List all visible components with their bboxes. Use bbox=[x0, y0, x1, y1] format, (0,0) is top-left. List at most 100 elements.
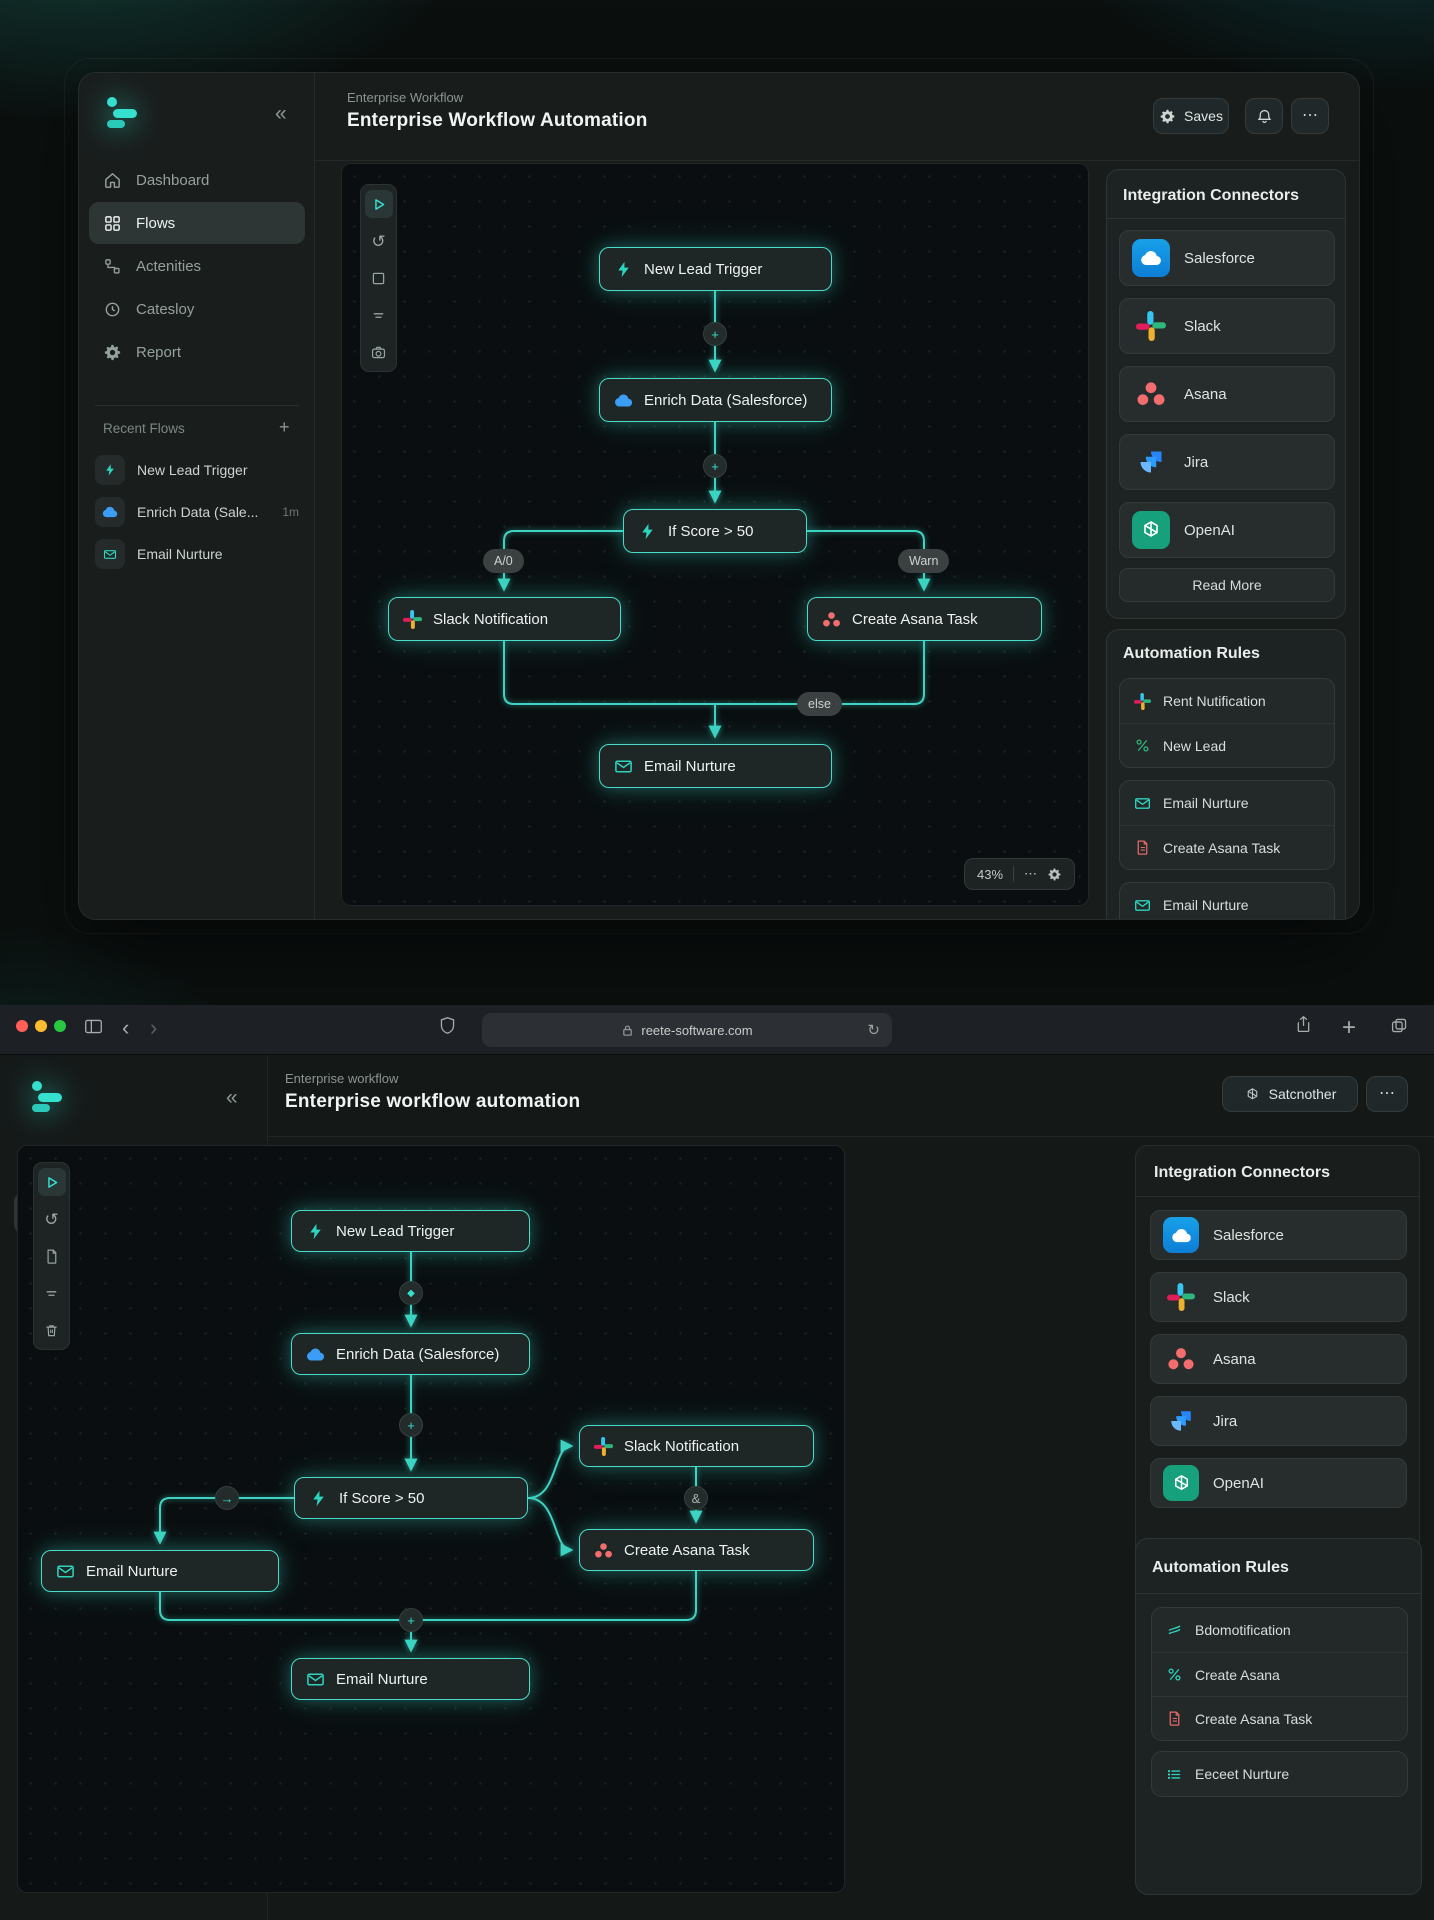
privacy-shield-icon[interactable] bbox=[438, 1016, 457, 1035]
connector-asana[interactable]: Asana bbox=[1119, 366, 1335, 422]
rule-new-lead[interactable]: New Lead bbox=[1120, 723, 1334, 767]
divider bbox=[1013, 866, 1015, 882]
collapse-sidebar-icon[interactable]: « bbox=[226, 1087, 238, 1108]
satcnother-button[interactable]: Satcnother bbox=[1222, 1076, 1358, 1112]
percent-icon bbox=[1136, 739, 1149, 752]
share-icon[interactable] bbox=[1294, 1015, 1313, 1034]
collapse-sidebar-icon[interactable]: « bbox=[275, 103, 287, 124]
sidebar-item-actenities[interactable]: Actenities bbox=[89, 245, 305, 287]
percent-icon bbox=[1168, 1668, 1181, 1681]
rule-create-asana-task[interactable]: Create Asana Task bbox=[1120, 825, 1334, 869]
align-lines-button[interactable] bbox=[38, 1279, 66, 1307]
edge-and-badge[interactable]: & bbox=[684, 1486, 708, 1510]
node-create-asana-task[interactable]: Create Asana Task bbox=[579, 1529, 814, 1571]
url-text: reete-software.com bbox=[641, 1022, 753, 1038]
more-button[interactable]: ⋯ bbox=[1366, 1076, 1408, 1112]
connector-jira[interactable]: Jira bbox=[1119, 434, 1335, 490]
minimize-window-button[interactable] bbox=[35, 1020, 47, 1032]
forward-icon[interactable]: › bbox=[150, 1015, 157, 1041]
rule-email-nurture[interactable]: Email Nurture bbox=[1120, 781, 1334, 825]
connector-salesforce[interactable]: Salesforce bbox=[1119, 230, 1335, 286]
divider bbox=[1136, 1593, 1421, 1594]
undo-button[interactable]: ↺ bbox=[365, 227, 393, 255]
connector-slack[interactable]: Slack bbox=[1150, 1272, 1407, 1322]
notifications-button[interactable] bbox=[1245, 98, 1283, 134]
more-button[interactable]: ⋯ bbox=[1291, 98, 1329, 134]
flow-canvas[interactable]: ↺ New Lead Trigger Enrich Data (Salesfor… bbox=[17, 1145, 845, 1893]
connector-openai[interactable]: OpenAI bbox=[1119, 502, 1335, 558]
node-email-nurture-bottom[interactable]: Email Nurture bbox=[291, 1658, 530, 1700]
sidebar-toggle-icon[interactable] bbox=[84, 1017, 103, 1036]
recent-flow-item[interactable]: Email Nurture bbox=[95, 539, 299, 569]
node-email-nurture-left[interactable]: Email Nurture bbox=[41, 1550, 279, 1592]
recent-flow-item[interactable]: Enrich Data (Sale... 1m bbox=[95, 497, 299, 527]
connector-jira[interactable]: Jira bbox=[1150, 1396, 1407, 1446]
rule-eeceet-nurture[interactable]: Eeceet Nurture bbox=[1152, 1752, 1407, 1796]
back-icon[interactable]: ‹ bbox=[122, 1015, 129, 1041]
camera-button[interactable] bbox=[365, 338, 393, 366]
node-create-asana-task[interactable]: Create Asana Task bbox=[807, 597, 1042, 641]
edge-plus-badge[interactable]: + bbox=[703, 454, 727, 478]
undo-button[interactable]: ↺ bbox=[38, 1205, 66, 1233]
connector-label: OpenAI bbox=[1184, 521, 1235, 539]
align-lines-button[interactable] bbox=[365, 301, 393, 329]
document-icon bbox=[1137, 840, 1148, 855]
node-if-score[interactable]: If Score > 50 bbox=[294, 1477, 528, 1519]
edge-diamond-badge[interactable]: ◆ bbox=[399, 1281, 423, 1305]
document-button[interactable] bbox=[38, 1242, 66, 1270]
rule-email-nurture[interactable]: Email Nurture bbox=[1120, 883, 1334, 919]
node-slack-notification[interactable]: Slack Notification bbox=[388, 597, 621, 641]
play-button[interactable] bbox=[364, 190, 393, 218]
node-new-lead-trigger[interactable]: New Lead Trigger bbox=[291, 1210, 530, 1252]
rule-bdomotification[interactable]: Bdomotification bbox=[1152, 1608, 1407, 1652]
connector-salesforce[interactable]: Salesforce bbox=[1150, 1210, 1407, 1260]
connector-openai[interactable]: OpenAI bbox=[1150, 1458, 1407, 1508]
new-tab-icon[interactable]: + bbox=[1342, 1014, 1356, 1042]
sidebar-item-catesloy[interactable]: Catesloy bbox=[89, 288, 305, 330]
reload-icon[interactable]: ↻ bbox=[867, 1023, 880, 1038]
node-label: New Lead Trigger bbox=[644, 260, 763, 278]
connector-label: Jira bbox=[1184, 453, 1209, 471]
add-flow-icon[interactable]: + bbox=[279, 417, 290, 438]
node-new-lead-trigger[interactable]: New Lead Trigger bbox=[599, 247, 832, 291]
rule-label: Bdomotification bbox=[1195, 1622, 1291, 1638]
close-window-button[interactable] bbox=[16, 1020, 28, 1032]
node-slack-notification[interactable]: Slack Notification bbox=[579, 1425, 814, 1467]
divider bbox=[1107, 218, 1345, 219]
node-enrich-data[interactable]: Enrich Data (Salesforce) bbox=[291, 1333, 530, 1375]
sidebar-item-dashboard[interactable]: Dashboard bbox=[89, 159, 305, 201]
flow-canvas[interactable]: ↺ New Lead Trigger Enrich Data (Salesfor… bbox=[341, 163, 1089, 906]
maximize-window-button[interactable] bbox=[54, 1020, 66, 1032]
saves-button[interactable]: Saves bbox=[1153, 98, 1229, 134]
gear-icon[interactable] bbox=[1047, 867, 1062, 882]
sidebar-item-label: Flows bbox=[136, 214, 176, 232]
ellipsis-icon[interactable]: ⋯ bbox=[1024, 866, 1037, 882]
slack-icon bbox=[594, 1436, 613, 1456]
read-more-button[interactable]: Read More bbox=[1119, 568, 1335, 602]
rule-create-asana[interactable]: Create Asana bbox=[1152, 1652, 1407, 1696]
edge-label-left: A/0 bbox=[483, 549, 524, 573]
node-enrich-data[interactable]: Enrich Data (Salesforce) bbox=[599, 378, 832, 422]
openai-icon bbox=[1163, 1465, 1199, 1501]
trash-button[interactable] bbox=[38, 1316, 66, 1344]
play-button[interactable] bbox=[37, 1168, 66, 1196]
edge-plus-badge[interactable]: + bbox=[399, 1608, 423, 1632]
rule-create-asana-task[interactable]: Create Asana Task bbox=[1152, 1696, 1407, 1740]
mail-icon bbox=[95, 539, 125, 569]
rule-rent-nutification[interactable]: Rent Nutification bbox=[1120, 679, 1334, 723]
connector-asana[interactable]: Asana bbox=[1150, 1334, 1407, 1384]
node-if-score[interactable]: If Score > 50 bbox=[623, 509, 807, 553]
frame-select-button[interactable] bbox=[365, 264, 393, 292]
address-bar[interactable]: reete-software.com ↻ bbox=[482, 1013, 892, 1047]
zoom-control[interactable]: 43% ⋯ bbox=[964, 858, 1076, 890]
sidebar-item-report[interactable]: Report bbox=[89, 331, 305, 373]
edge-plus-badge[interactable]: + bbox=[703, 322, 727, 346]
edge-plus-badge[interactable]: + bbox=[399, 1413, 423, 1437]
node-email-nurture[interactable]: Email Nurture bbox=[599, 744, 832, 788]
sidebar-item-flows[interactable]: Flows bbox=[89, 202, 305, 244]
edge-arrow-badge[interactable]: → bbox=[215, 1486, 239, 1510]
connector-slack[interactable]: Slack bbox=[1119, 298, 1335, 354]
node-label: Enrich Data (Salesforce) bbox=[336, 1345, 500, 1363]
recent-flow-item[interactable]: New Lead Trigger bbox=[95, 455, 299, 485]
tabs-overview-icon[interactable] bbox=[1390, 1016, 1409, 1035]
